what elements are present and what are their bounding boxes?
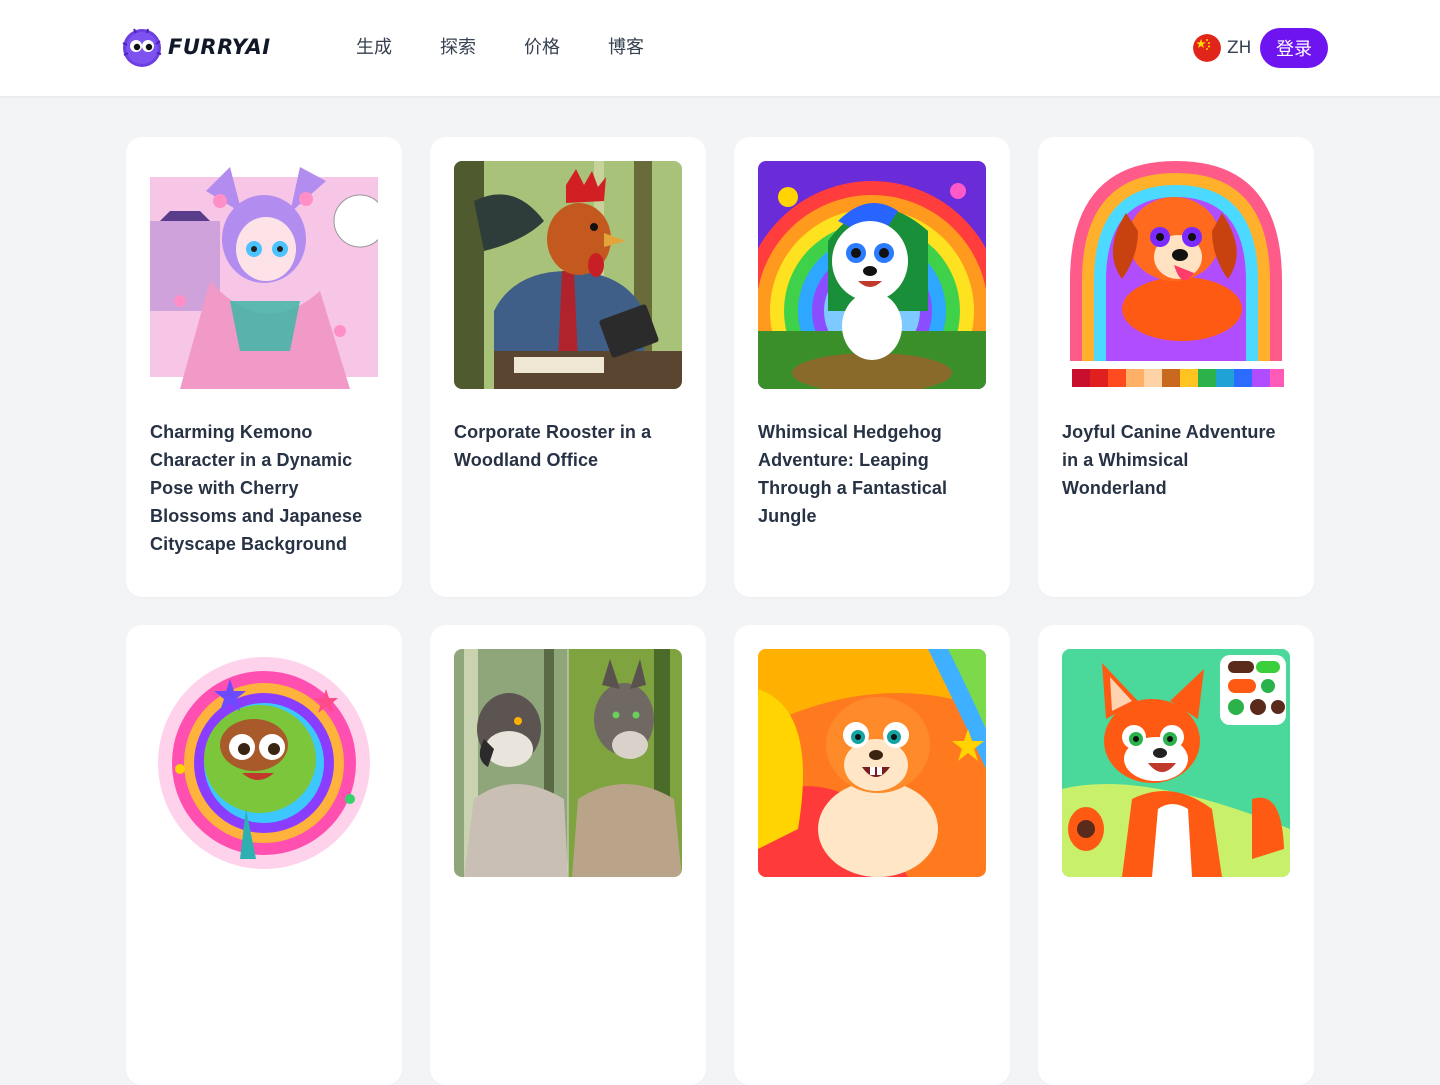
card-title: Charming Kemono Character in a Dynamic P… — [150, 422, 363, 554]
rooster-businessman-image — [454, 161, 682, 389]
card-title: Joyful Canine Adventure in a Whimsical W… — [1062, 422, 1276, 498]
gallery-card[interactable]: Charming Kemono Character in a Dynamic P… — [126, 137, 402, 597]
top-navbar: FURRYAI 生成 探索 价格 博客 ZH 登录 — [0, 0, 1440, 96]
brand-name: FURRYAI — [168, 35, 271, 59]
login-button[interactable]: 登录 — [1260, 28, 1328, 68]
nav-item-blog[interactable]: 博客 — [608, 34, 644, 62]
nav-item-pricing[interactable]: 价格 — [524, 34, 560, 62]
gallery-card[interactable]: Whimsical Hedgehog Adventure: Leaping Th… — [734, 137, 1010, 597]
china-flag-icon — [1193, 34, 1221, 62]
card-title: Corporate Rooster in a Woodland Office — [454, 422, 652, 470]
cartoon-fox-image — [1062, 649, 1290, 877]
cartoon-dog-image — [1062, 161, 1290, 389]
gallery-image[interactable] — [758, 161, 986, 389]
language-switcher[interactable]: ZH — [1193, 33, 1251, 63]
hedgehog-image — [758, 161, 986, 389]
gallery-card[interactable] — [430, 625, 706, 1085]
gallery-card[interactable] — [1038, 625, 1314, 1085]
gallery-card[interactable]: Joyful Canine Adventure in a Whimsical W… — [1038, 137, 1314, 597]
gallery-image[interactable] — [150, 649, 378, 877]
eagle-wolf-image — [454, 649, 682, 877]
gallery-card[interactable]: Corporate Rooster in a Woodland Office — [430, 137, 706, 597]
card-title: Whimsical Hedgehog Adventure: Leaping Th… — [758, 422, 948, 526]
anime-fox-girl-image — [150, 161, 378, 389]
gallery-image[interactable] — [1062, 649, 1290, 877]
main-nav: 生成 探索 价格 博客 — [356, 34, 644, 62]
gallery-image[interactable] — [758, 649, 986, 877]
fluffy-creature-image — [150, 649, 378, 877]
nav-item-explore[interactable]: 探索 — [440, 34, 476, 62]
cartoon-squirrel-image — [758, 649, 986, 877]
brand-logo[interactable]: FURRYAI — [118, 23, 271, 71]
furry-mascot-icon — [122, 28, 162, 67]
gallery-image[interactable] — [150, 161, 378, 389]
gallery-image[interactable] — [1062, 161, 1290, 389]
gallery-image[interactable] — [454, 649, 682, 877]
gallery-grid: Charming Kemono Character in a Dynamic P… — [126, 137, 1314, 1085]
language-code: ZH — [1227, 38, 1252, 58]
gallery-card[interactable] — [126, 625, 402, 1085]
gallery-image[interactable] — [454, 161, 682, 389]
nav-item-generate[interactable]: 生成 — [356, 34, 392, 62]
gallery-card[interactable] — [734, 625, 1010, 1085]
